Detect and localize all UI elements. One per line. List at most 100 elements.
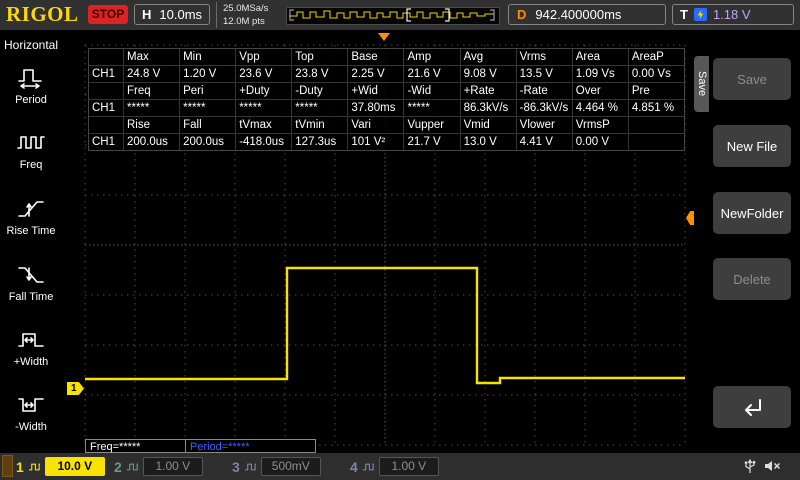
preview-waveform-icon <box>289 8 495 22</box>
sidebar-item-freq[interactable]: Freq <box>0 129 62 171</box>
measurement-source-label: CH1 <box>92 102 116 114</box>
measurement-cell: 23.8 V <box>291 66 347 82</box>
delay-box[interactable]: D 942.400000ms <box>508 4 666 25</box>
bottom-bar: 1 10.0 V 2 1.00 V 3 500mV 4 1.00 V <box>0 453 800 480</box>
horizontal-scale-box[interactable]: H 10.0ms <box>134 4 210 25</box>
measurement-cell: Vupper <box>403 117 459 133</box>
measurement-source-label <box>89 49 123 65</box>
measurement-cell: 101 V² <box>347 134 403 150</box>
measurement-row: Rise Fall tVmax tVmin Vari Vupper Vmid Vlower Vr… <box>89 116 684 133</box>
d-value: 942.400000ms <box>535 7 622 22</box>
measurement-cell: 4.464 % <box>571 100 628 116</box>
freq-icon <box>17 136 45 149</box>
channel-block-2[interactable]: 2 1.00 V <box>114 456 203 477</box>
sidebar-item-period[interactable]: Period <box>0 64 62 106</box>
measurement-cell: ***** <box>235 100 291 116</box>
sidebar-item-label: Period <box>15 94 47 106</box>
measurement-cell: Max <box>123 49 179 65</box>
measurement-cell: 86.3kV/s <box>459 100 516 116</box>
measurement-cell: ***** <box>403 100 459 116</box>
trigger-box[interactable]: T 1.18 V <box>672 4 794 25</box>
measurement-cell: 13.0 V <box>459 134 516 150</box>
usb-plug-icon <box>744 458 756 473</box>
delete-button[interactable]: Delete <box>713 258 791 300</box>
sidebar-item-label: Fall Time <box>8 291 54 303</box>
measurement-cell: Vrms <box>515 49 572 65</box>
measurement-cell <box>627 134 684 150</box>
sidebar-item-minus-width[interactable]: -Width <box>0 391 62 433</box>
measurement-row: CH1 ***** ***** ***** ***** 37.80ms ***** 86.3k… <box>89 99 684 116</box>
channel-waveform-icon <box>362 463 374 470</box>
oscilloscope-screen: RIGOL STOP H 10.0ms 25.0MSa/s 12.0M pts … <box>0 0 800 480</box>
channel-number: 4 <box>350 458 358 475</box>
lightning-bolt-icon <box>697 9 704 20</box>
plus-width-icon <box>18 333 44 347</box>
message-indicator <box>2 455 13 477</box>
channel-number: 1 <box>16 458 24 475</box>
measurement-cell: Pre <box>627 83 684 99</box>
measurement-cell: Vlower <box>515 117 572 133</box>
measurement-cell: -Duty <box>291 83 347 99</box>
measurement-cell: ***** <box>291 100 347 116</box>
channel-scale: 10.0 V <box>44 457 105 476</box>
measurement-cell: 21.7 V <box>403 134 459 150</box>
measurement-cell: 0.00 Vs <box>627 66 684 82</box>
measurement-cell: 24.8 V <box>123 66 179 82</box>
trigger-level-value: 1.18 V <box>712 7 751 22</box>
channel-number: 2 <box>114 458 122 475</box>
channel-block-4[interactable]: 4 1.00 V <box>350 456 439 477</box>
measurement-source-label: CH1 <box>92 136 116 148</box>
measurement-cell <box>627 117 684 133</box>
measurement-cell: +Duty <box>235 83 291 99</box>
sidebar-item-fall-time[interactable]: Fall Time <box>0 261 62 303</box>
measurement-cell: Fall <box>179 117 235 133</box>
measurement-cell: VrmsP <box>571 117 628 133</box>
measurement-cell: 0.00 V <box>571 134 628 150</box>
save-button[interactable]: Save <box>713 58 791 100</box>
measurement-row: CH1 200.0us 200.0us -418.0us 127.3us 101 V² 21… <box>89 133 684 150</box>
sidebar-item-plus-width[interactable]: +Width <box>0 326 62 368</box>
right-menu: Save Save New File NewFolder Delete <box>694 30 800 453</box>
acquisition-info: 25.0MSa/s 12.0M pts <box>216 2 289 28</box>
sidebar-item-label: +Width <box>13 356 49 368</box>
measurement-cell: 37.80ms <box>347 100 403 116</box>
measurement-row: Max Min Vpp Top Base Amp Avg Vrms Area AreaP <box>89 49 684 65</box>
measurement-cell: tVmin <box>291 117 347 133</box>
top-bar: RIGOL STOP H 10.0ms 25.0MSa/s 12.0M pts … <box>0 0 800 31</box>
measurement-cell: ***** <box>123 100 179 116</box>
measurement-cell: 127.3us <box>291 134 347 150</box>
sidebar-item-label: Rise Time <box>6 225 56 237</box>
measurement-cell: 2.25 V <box>347 66 403 82</box>
channel-block-3[interactable]: 3 500mV <box>232 456 321 477</box>
measurement-cell: 200.0us <box>123 134 179 150</box>
measurement-cell: +Rate <box>459 83 516 99</box>
memory-waveform-preview[interactable] <box>286 7 500 25</box>
rigol-logo: RIGOL <box>6 2 79 26</box>
new-folder-button[interactable]: NewFolder <box>713 192 791 234</box>
d-label: D <box>517 7 527 22</box>
fall-time-icon <box>18 267 44 283</box>
measurement-cell: 200.0us <box>179 134 235 150</box>
return-button[interactable] <box>713 386 791 428</box>
channel-scale: 1.00 V <box>142 457 203 476</box>
measurement-cell: Min <box>179 49 235 65</box>
measurement-cell: Rise <box>123 117 179 133</box>
new-file-button[interactable]: New File <box>713 125 791 167</box>
measurement-cell: Avg <box>459 49 516 65</box>
measurement-source-label <box>89 83 123 99</box>
menu-tab-save: Save <box>694 56 709 112</box>
channel-scale: 1.00 V <box>378 457 439 476</box>
channel-number: 3 <box>232 458 240 475</box>
channel-block-1[interactable]: 1 10.0 V <box>16 456 105 477</box>
measurement-cell: 1.09 Vs <box>571 66 628 82</box>
run-state-badge[interactable]: STOP <box>88 5 128 24</box>
measurement-cell: +Wid <box>347 83 403 99</box>
t-label: T <box>680 7 688 22</box>
measurement-cell: Base <box>347 49 403 65</box>
sidebar-item-rise-time[interactable]: Rise Time <box>0 195 62 237</box>
measurement-row: Freq Peri +Duty -Duty +Wid -Wid +Rate -Rate Over… <box>89 82 684 99</box>
trigger-position-marker[interactable] <box>378 33 390 41</box>
sidebar-title: Horizontal <box>3 38 59 52</box>
measurement-row: CH1 24.8 V 1.20 V 23.6 V 23.8 V 2.25 V 21.6 V9… <box>89 65 684 82</box>
left-sidebar: Horizontal Period Freq Rise Time Fall Ti… <box>0 30 62 453</box>
